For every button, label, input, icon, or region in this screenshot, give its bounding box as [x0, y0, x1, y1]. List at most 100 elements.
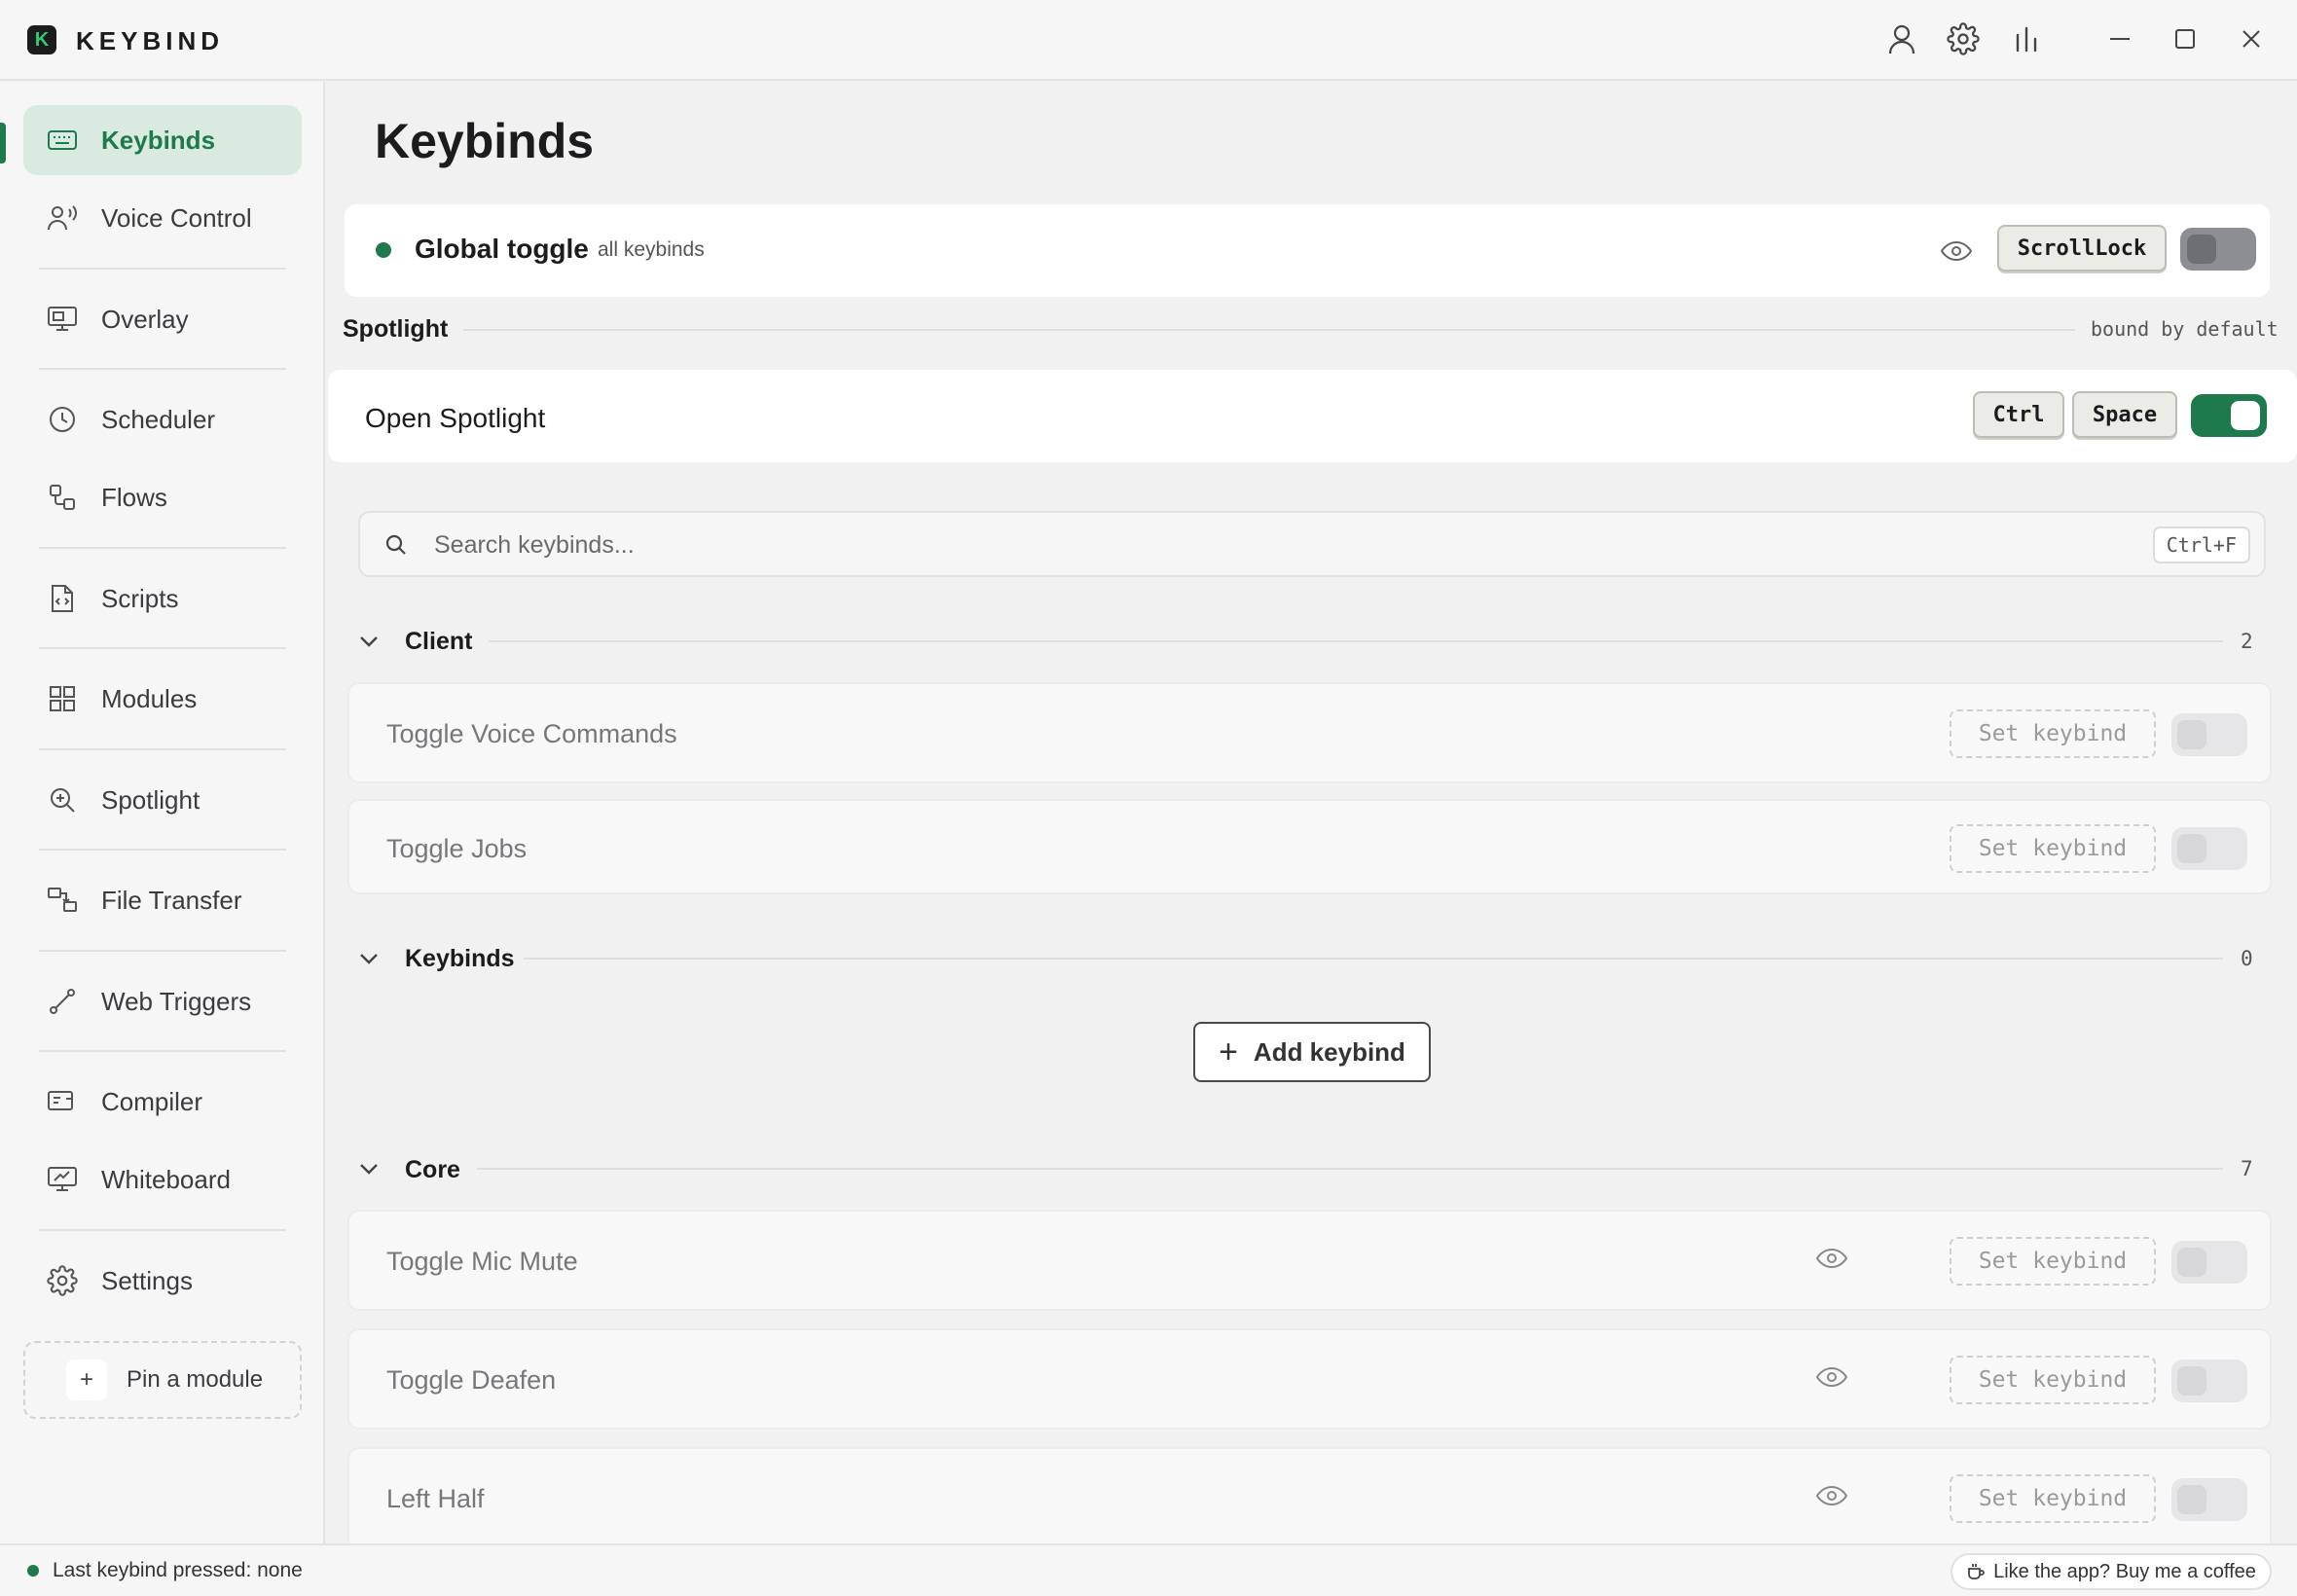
sidebar-item-voice-control[interactable]: Voice Control: [23, 183, 302, 253]
maximize-icon[interactable]: [2166, 19, 2205, 58]
search-input[interactable]: [434, 526, 2089, 563]
eye-icon[interactable]: [1815, 1247, 1848, 1270]
plus-icon: +: [66, 1360, 107, 1400]
sidebar-item-scheduler[interactable]: Scheduler: [23, 384, 302, 454]
keybind-row-name: Left Half: [386, 1484, 485, 1513]
pin-module-button[interactable]: + Pin a module: [23, 1341, 302, 1419]
status-dot: [27, 1565, 39, 1577]
group-count-core: 7: [2241, 1157, 2253, 1180]
monitor-icon: [43, 300, 82, 339]
keycap-ctrl[interactable]: Ctrl: [1973, 391, 2064, 438]
sidebar: Keybinds Voice Control Overlay Scheduler…: [0, 82, 325, 1543]
keybind-toggle[interactable]: [2171, 1241, 2247, 1284]
sidebar-divider: [39, 950, 286, 952]
section-divider: [463, 329, 2075, 331]
chevron-down-icon[interactable]: [354, 1154, 383, 1183]
section-divider: [489, 640, 2223, 642]
bar-chart-icon[interactable]: [2007, 19, 2046, 58]
keybind-row: Toggle Jobs Set keybind: [347, 799, 2272, 894]
keybind-row: Toggle Deafen Set keybind: [347, 1328, 2272, 1430]
sidebar-divider: [39, 1229, 286, 1231]
coffee-cup-icon: [1966, 1562, 1986, 1581]
sidebar-item-settings[interactable]: Settings: [23, 1246, 302, 1316]
keyboard-icon: [43, 121, 82, 160]
group-label-core[interactable]: Core: [405, 1156, 460, 1184]
sidebar-divider: [39, 1050, 286, 1052]
group-label-keybinds[interactable]: Keybinds: [405, 945, 515, 973]
keybind-row-name: Toggle Voice Commands: [386, 719, 677, 748]
keybind-row-name: Toggle Jobs: [386, 834, 528, 863]
sidebar-item-scripts[interactable]: Scripts: [23, 563, 302, 634]
set-keybind-button[interactable]: Set keybind: [1950, 1237, 2156, 1286]
section-note: bound by default: [2091, 317, 2279, 341]
chevron-down-icon[interactable]: [354, 944, 383, 973]
keycap-space[interactable]: Space: [2072, 391, 2177, 438]
sidebar-divider: [39, 547, 286, 549]
keybind-toggle[interactable]: [2171, 1360, 2247, 1402]
open-spotlight-label: Open Spotlight: [365, 403, 546, 433]
sidebar-item-flows[interactable]: Flows: [23, 462, 302, 532]
global-toggle-subtitle: all keybinds: [598, 238, 705, 261]
section-divider: [477, 1168, 2223, 1170]
sidebar-item-keybinds[interactable]: Keybinds: [23, 105, 302, 175]
sidebar-divider: [39, 647, 286, 649]
keybind-row-name: Toggle Mic Mute: [386, 1247, 578, 1276]
open-spotlight-switch[interactable]: [2191, 394, 2267, 437]
chevron-down-icon[interactable]: [354, 627, 383, 656]
gear-icon[interactable]: [1944, 19, 1983, 58]
group-label-client[interactable]: Client: [405, 628, 472, 656]
set-keybind-button[interactable]: Set keybind: [1950, 824, 2156, 873]
keybind-row: Toggle Mic Mute Set keybind: [347, 1210, 2272, 1311]
sidebar-item-overlay[interactable]: Overlay: [23, 284, 302, 354]
plus-icon: +: [1219, 1034, 1238, 1070]
sidebar-item-spotlight[interactable]: Spotlight: [23, 765, 302, 835]
status-bar: Last keybind pressed: none Like the app?…: [0, 1543, 2297, 1596]
clock-icon: [43, 400, 82, 439]
eye-icon[interactable]: [1815, 1484, 1848, 1507]
keybind-row-name: Toggle Deafen: [386, 1365, 557, 1395]
grid-icon: [43, 679, 82, 718]
title-bar: K KEYBIND: [0, 0, 2297, 81]
buy-coffee-button[interactable]: Like the app? Buy me a coffee: [1951, 1553, 2272, 1590]
sidebar-divider: [39, 849, 286, 851]
sidebar-item-compiler[interactable]: Compiler: [23, 1067, 302, 1137]
user-icon[interactable]: [1882, 19, 1921, 58]
gear-icon: [43, 1261, 82, 1300]
sidebar-item-file-transfer[interactable]: File Transfer: [23, 865, 302, 935]
minimize-icon[interactable]: [2100, 19, 2139, 58]
set-keybind-button[interactable]: Set keybind: [1950, 1474, 2156, 1523]
last-keybind-status: Last keybind pressed: none: [53, 1559, 303, 1581]
magnify-icon: [43, 780, 82, 819]
page-title: Keybinds: [375, 114, 595, 168]
flow-icon: [43, 478, 82, 517]
keybind-toggle[interactable]: [2171, 1478, 2247, 1521]
sidebar-item-modules[interactable]: Modules: [23, 664, 302, 734]
voice-user-icon: [43, 199, 82, 237]
set-keybind-button[interactable]: Set keybind: [1950, 1356, 2156, 1404]
group-count-client: 2: [2241, 630, 2253, 653]
keybind-toggle[interactable]: [2171, 713, 2247, 756]
script-file-icon: [43, 579, 82, 618]
add-keybind-button[interactable]: + Add keybind: [1193, 1022, 1431, 1082]
sidebar-divider: [39, 748, 286, 750]
active-indicator: [0, 123, 6, 163]
search-icon: [383, 532, 409, 558]
close-icon[interactable]: [2232, 19, 2271, 58]
section-label-spotlight: Spotlight: [343, 315, 449, 343]
eye-icon[interactable]: [1815, 1365, 1848, 1389]
global-toggle-key[interactable]: ScrollLock: [1997, 225, 2167, 272]
global-toggle-switch[interactable]: [2180, 228, 2256, 271]
app-brand-name: KEYBIND: [76, 26, 225, 55]
eye-icon[interactable]: [1939, 234, 1974, 269]
compiler-icon: [43, 1082, 82, 1121]
sidebar-item-web-triggers[interactable]: Web Triggers: [23, 966, 302, 1036]
section-divider: [524, 958, 2223, 960]
sidebar-item-whiteboard[interactable]: Whiteboard: [23, 1144, 302, 1215]
global-toggle-title: Global toggle: [415, 234, 589, 264]
status-dot: [376, 242, 391, 258]
set-keybind-button[interactable]: Set keybind: [1950, 709, 2156, 758]
app-logo: K: [27, 25, 56, 54]
sidebar-divider: [39, 268, 286, 270]
whiteboard-icon: [43, 1160, 82, 1199]
keybind-toggle[interactable]: [2171, 827, 2247, 870]
